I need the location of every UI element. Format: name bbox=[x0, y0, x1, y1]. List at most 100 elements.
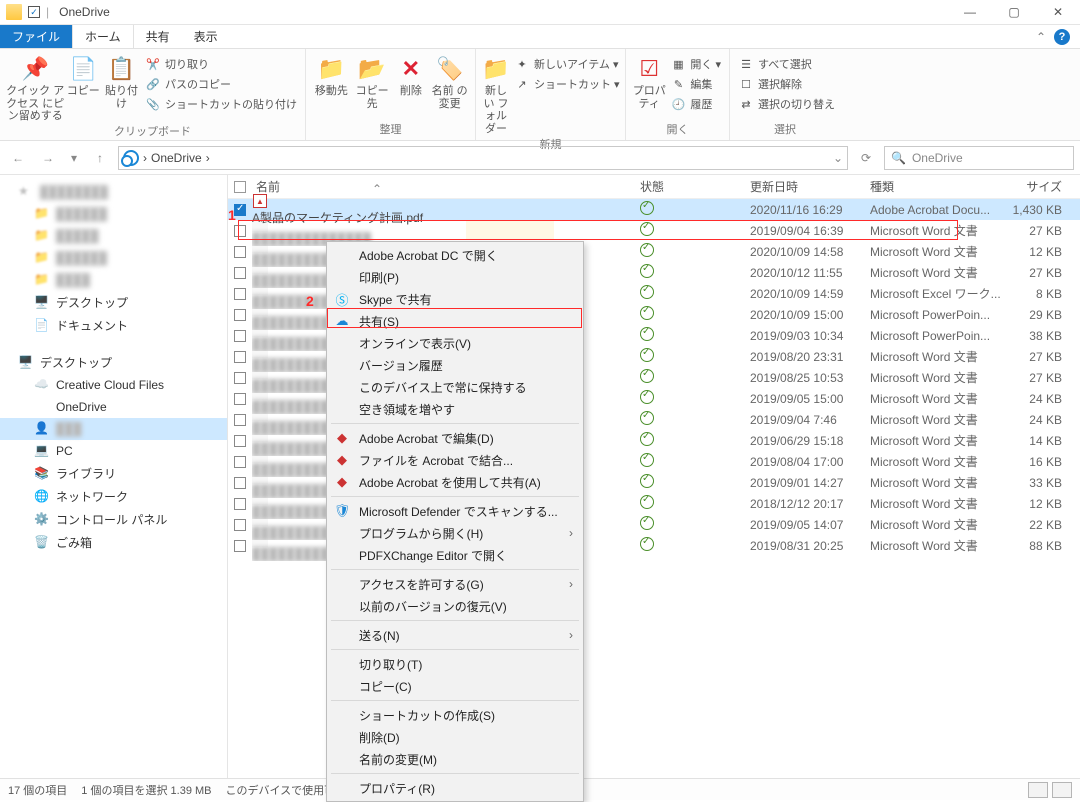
ctx-free-space[interactable]: 空き領域を増やす bbox=[329, 398, 581, 420]
sidebar-controlpanel[interactable]: ⚙️コントロール パネル bbox=[0, 508, 227, 531]
copy-button[interactable]: 📄コピー bbox=[66, 53, 100, 98]
row-checkbox[interactable] bbox=[234, 330, 246, 342]
row-checkbox[interactable] bbox=[234, 267, 246, 279]
ctx-open-with[interactable]: プログラムから開く(H)› bbox=[329, 522, 581, 544]
row-checkbox[interactable] bbox=[234, 414, 246, 426]
minimize-button[interactable]: — bbox=[948, 0, 992, 25]
delete-button[interactable]: ✕削除 bbox=[393, 53, 428, 98]
view-icons-button[interactable] bbox=[1052, 782, 1072, 798]
sidebar-recent1[interactable]: 📁██████ bbox=[0, 203, 227, 225]
row-checkbox[interactable] bbox=[234, 288, 246, 300]
help-icon[interactable]: ? bbox=[1054, 29, 1070, 45]
row-checkbox[interactable] bbox=[234, 456, 246, 468]
breadcrumb[interactable]: › OneDrive › ⌄ bbox=[118, 146, 848, 170]
sidebar-recyclebin[interactable]: 🗑️ごみ箱 bbox=[0, 531, 227, 554]
properties-button[interactable]: ☑プロパティ bbox=[632, 53, 666, 110]
ctx-skype-share[interactable]: ⓈSkype で共有 bbox=[329, 288, 581, 310]
copy-path-button[interactable]: 🔗パスのコピー bbox=[143, 75, 299, 93]
select-none-button[interactable]: ☐選択解除 bbox=[736, 75, 837, 93]
ctx-always-keep[interactable]: このデバイス上で常に保持する bbox=[329, 376, 581, 398]
nav-forward-button[interactable]: → bbox=[36, 146, 60, 170]
ctx-cut[interactable]: 切り取り(T) bbox=[329, 653, 581, 675]
ctx-grant-access[interactable]: アクセスを許可する(G)› bbox=[329, 573, 581, 595]
copy-to-button[interactable]: 📂コピー先 bbox=[353, 53, 392, 110]
col-name[interactable]: 名前 bbox=[256, 180, 280, 194]
ctx-rename[interactable]: 名前の変更(M) bbox=[329, 748, 581, 770]
sidebar-desktop2[interactable]: 🖥️デスクトップ bbox=[0, 351, 227, 374]
new-item-button[interactable]: ✦新しいアイテム ▾ bbox=[512, 55, 622, 73]
row-checkbox[interactable] bbox=[234, 435, 246, 447]
sidebar-documents[interactable]: 📄ドキュメント bbox=[0, 314, 227, 337]
row-checkbox[interactable] bbox=[234, 225, 246, 237]
ctx-acrobat-combine[interactable]: ◆ファイルを Acrobat で結合... bbox=[329, 449, 581, 471]
breadcrumb-root[interactable]: OneDrive bbox=[151, 151, 202, 165]
ctx-defender-scan[interactable]: 🛡Microsoft Defender でスキャンする... bbox=[329, 500, 581, 522]
paste-shortcut-button[interactable]: 📎ショートカットの貼り付け bbox=[143, 95, 299, 113]
nav-back-button[interactable]: ← bbox=[6, 146, 30, 170]
ctx-acrobat-edit[interactable]: ◆Adobe Acrobat で編集(D) bbox=[329, 427, 581, 449]
refresh-button[interactable]: ⟳ bbox=[854, 146, 878, 170]
sidebar[interactable]: ★████████ 📁██████ 📁█████ 📁██████ 📁████ 🖥… bbox=[0, 175, 228, 792]
ctx-version-history[interactable]: バージョン履歴 bbox=[329, 354, 581, 376]
sidebar-pc[interactable]: 💻PC bbox=[0, 440, 227, 462]
sidebar-network[interactable]: 🌐ネットワーク bbox=[0, 485, 227, 508]
row-checkbox[interactable] bbox=[234, 393, 246, 405]
sidebar-ccf[interactable]: ☁️Creative Cloud Files bbox=[0, 374, 227, 396]
easy-access-button[interactable]: ↗ショートカット ▾ bbox=[512, 75, 622, 93]
select-all-button[interactable]: ☰すべて選択 bbox=[736, 55, 837, 73]
ctx-pdfxchange[interactable]: PDFXChange Editor で開く bbox=[329, 544, 581, 566]
edit-button[interactable]: ✎編集 bbox=[668, 75, 723, 93]
ctx-copy[interactable]: コピー(C) bbox=[329, 675, 581, 697]
sidebar-user[interactable]: 👤███ bbox=[0, 418, 227, 440]
sidebar-libraries[interactable]: 📚ライブラリ bbox=[0, 462, 227, 485]
move-to-button[interactable]: 📁移動先 bbox=[312, 53, 351, 98]
tab-view[interactable]: 表示 bbox=[182, 25, 230, 48]
rename-button[interactable]: 🏷️名前 の変更 bbox=[430, 53, 469, 110]
col-status[interactable]: 状態 bbox=[640, 178, 750, 195]
tab-home[interactable]: ホーム bbox=[72, 25, 134, 48]
sidebar-desktop[interactable]: 🖥️デスクトップ bbox=[0, 291, 227, 314]
sidebar-recent2[interactable]: 📁█████ bbox=[0, 225, 227, 247]
new-folder-button[interactable]: 📁新しい フォルダー bbox=[482, 53, 510, 136]
tab-share[interactable]: 共有 bbox=[134, 25, 182, 48]
sidebar-recent3[interactable]: 📁██████ bbox=[0, 247, 227, 269]
ctx-acrobat-share[interactable]: ◆Adobe Acrobat を使用して共有(A) bbox=[329, 471, 581, 493]
row-checkbox[interactable] bbox=[234, 540, 246, 552]
ctx-view-online[interactable]: オンラインで表示(V) bbox=[329, 332, 581, 354]
ctx-properties[interactable]: プロパティ(R) bbox=[329, 777, 581, 799]
nav-up-button[interactable]: ↑ bbox=[88, 146, 112, 170]
row-checkbox[interactable] bbox=[234, 246, 246, 258]
nav-recent-button[interactable]: ▾ bbox=[66, 146, 82, 170]
col-type[interactable]: 種類 bbox=[870, 178, 1000, 195]
search-input[interactable]: 🔍 OneDrive bbox=[884, 146, 1074, 170]
paste-button[interactable]: 📋貼り付け bbox=[102, 53, 141, 110]
open-button[interactable]: ▦開く ▾ bbox=[668, 55, 723, 73]
row-checkbox[interactable] bbox=[234, 519, 246, 531]
sidebar-recent4[interactable]: 📁████ bbox=[0, 269, 227, 291]
ribbon-collapse-icon[interactable]: ⌃ bbox=[1036, 30, 1046, 44]
invert-selection-button[interactable]: ⇄選択の切り替え bbox=[736, 95, 837, 113]
row-checkbox[interactable] bbox=[234, 477, 246, 489]
pin-quickaccess-button[interactable]: 📌クイック アクセス にピン留めする bbox=[6, 53, 64, 123]
row-checkbox[interactable] bbox=[234, 309, 246, 321]
qat-check-icon[interactable]: ✓ bbox=[28, 6, 40, 18]
cut-button[interactable]: ✂️切り取り bbox=[143, 55, 299, 73]
breadcrumb-dropdown-icon[interactable]: ⌄ bbox=[833, 151, 843, 165]
maximize-button[interactable]: ▢ bbox=[992, 0, 1036, 25]
row-checkbox[interactable] bbox=[234, 351, 246, 363]
ctx-open-acrobat[interactable]: Adobe Acrobat DC で開く bbox=[329, 244, 581, 266]
close-button[interactable]: ✕ bbox=[1036, 0, 1080, 25]
view-details-button[interactable] bbox=[1028, 782, 1048, 798]
col-size[interactable]: サイズ bbox=[1000, 178, 1080, 195]
ctx-send-to[interactable]: 送る(N)› bbox=[329, 624, 581, 646]
ctx-print[interactable]: 印刷(P) bbox=[329, 266, 581, 288]
ctx-create-shortcut[interactable]: ショートカットの作成(S) bbox=[329, 704, 581, 726]
ctx-share[interactable]: ☁共有(S) bbox=[329, 310, 581, 332]
history-button[interactable]: 🕘履歴 bbox=[668, 95, 723, 113]
col-date[interactable]: 更新日時 bbox=[750, 178, 870, 195]
tab-file[interactable]: ファイル bbox=[0, 25, 72, 48]
selectall-checkbox[interactable] bbox=[234, 181, 246, 193]
row-checkbox[interactable] bbox=[234, 372, 246, 384]
row-checkbox[interactable] bbox=[234, 498, 246, 510]
ctx-restore-versions[interactable]: 以前のバージョンの復元(V) bbox=[329, 595, 581, 617]
